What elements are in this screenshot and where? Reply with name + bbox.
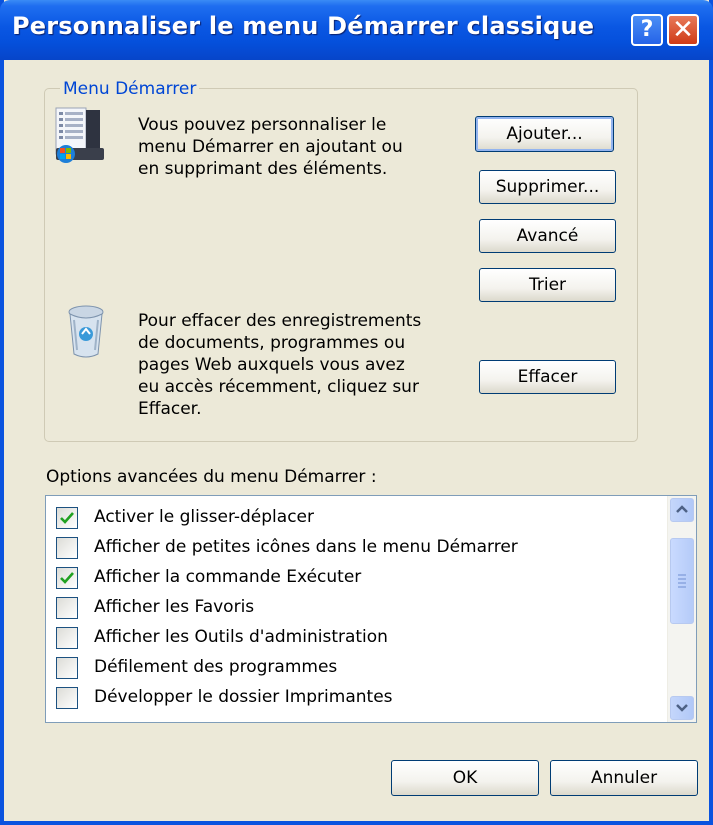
question-icon: ? [640,17,654,42]
add-button[interactable]: Ajouter... [475,116,614,152]
close-button[interactable]: ✕ [667,14,699,46]
clear-line: Pour effacer des enregistrements [138,311,422,331]
clear-line: eu accès récemment, cliquez sur [138,377,419,397]
sort-button[interactable]: Trier [479,268,616,302]
customize-description: Vous pouvez personnaliser le menu Démarr… [138,114,403,180]
checkbox[interactable] [56,507,78,529]
close-icon: ✕ [672,15,694,45]
list-item-label: Activer le glisser-déplacer [94,507,314,527]
chevron-down-icon [676,704,688,712]
title-bar[interactable]: Personnaliser le menu Démarrer classique… [0,0,713,60]
scroll-down-button[interactable] [670,696,694,720]
remove-button[interactable]: Supprimer... [479,170,616,204]
clear-description: Pour effacer des enregistrements de docu… [138,310,421,420]
list-item-label: Afficher les Favoris [94,597,255,617]
groupbox-legend: Menu Démarrer [60,78,200,100]
clear-line: pages Web auxquels vous avez [138,355,405,375]
list-item-label: Défilement des programmes [94,657,338,677]
grip-icon [678,574,686,588]
window-title: Personnaliser le menu Démarrer classique [12,12,595,40]
dialog-window: Personnaliser le menu Démarrer classique… [0,0,713,825]
advanced-options-label: Options avancées du menu Démarrer : [46,467,377,487]
scroll-up-button[interactable] [670,498,694,522]
chevron-up-icon [676,505,688,513]
list-item-label: Afficher de petites icônes dans le menu … [94,537,518,557]
scroll-thumb[interactable] [670,538,694,624]
checkbox[interactable] [56,627,78,649]
description-line: Vous pouvez personnaliser le [138,115,387,135]
ok-button[interactable]: OK [391,760,539,796]
clear-button[interactable]: Effacer [479,360,616,394]
checkbox[interactable] [56,657,78,679]
checkbox[interactable] [56,567,78,589]
start-menu-icon [54,106,106,166]
recycle-bin-icon [64,304,108,360]
description-line: en supprimant des éléments. [138,159,388,179]
advanced-options-list[interactable]: Activer le glisser-déplacer Afficher de … [45,495,697,723]
checkbox[interactable] [56,537,78,559]
help-button[interactable]: ? [631,14,663,46]
checkbox[interactable] [56,597,78,619]
clear-line: Effacer. [138,399,202,419]
cancel-button[interactable]: Annuler [550,760,698,796]
list-item-label: Développer le dossier Imprimantes [94,687,393,707]
clear-line: de documents, programmes ou [138,333,406,353]
checkbox[interactable] [56,687,78,709]
advanced-button[interactable]: Avancé [479,219,616,253]
vertical-scrollbar[interactable] [667,496,696,722]
description-line: menu Démarrer en ajoutant ou [138,137,403,157]
list-item-label: Afficher la commande Exécuter [94,567,362,587]
list-item-label: Afficher les Outils d'administration [94,627,388,647]
